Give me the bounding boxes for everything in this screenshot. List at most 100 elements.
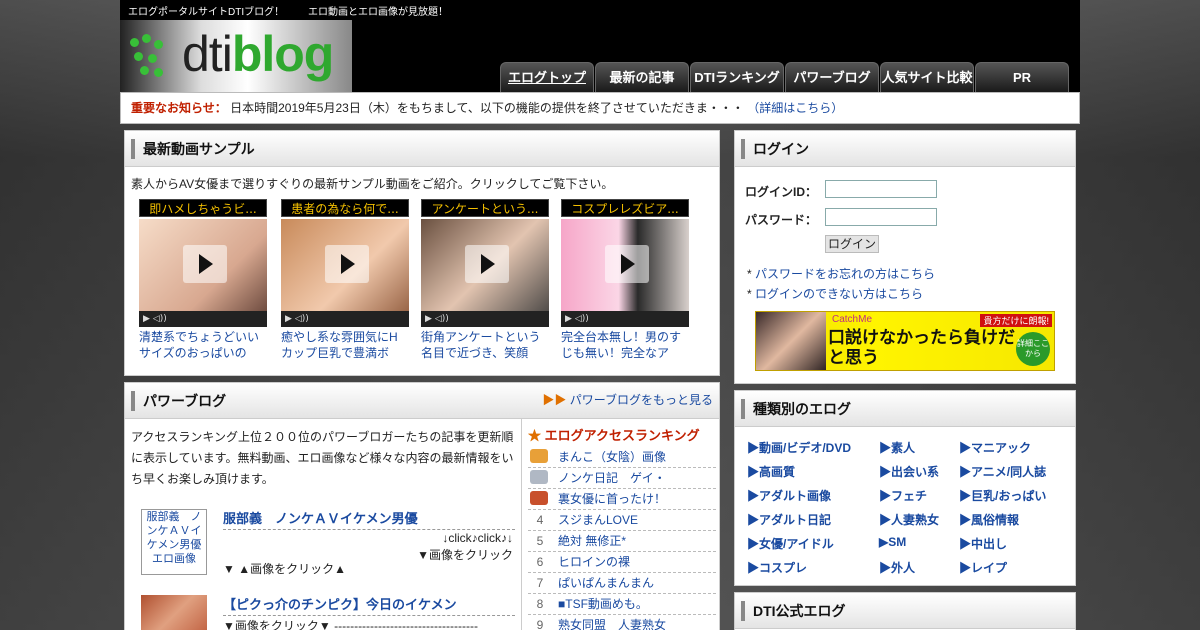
category-label[interactable]: マニアック bbox=[971, 441, 1031, 455]
panel-header: ログイン bbox=[735, 131, 1075, 167]
ranking-item[interactable]: 4 スジまんLOVE bbox=[528, 510, 716, 531]
category-label[interactable]: 高画質 bbox=[759, 465, 795, 479]
ranking-link[interactable]: ■TSF動画めも。 bbox=[558, 597, 648, 611]
category-label[interactable]: 動画/ビデオ/DVD bbox=[759, 441, 851, 455]
category-label[interactable]: 外人 bbox=[891, 561, 915, 575]
video-description[interactable]: 完全台本無し！男のすじも無い！完全なアド... bbox=[561, 329, 689, 361]
category-link[interactable]: ▶高画質 bbox=[747, 463, 795, 480]
nav-tab-compare[interactable]: 人気サイト比較 bbox=[880, 62, 974, 92]
ranking-link[interactable]: スジまんLOVE bbox=[558, 513, 638, 527]
ranking-item[interactable]: 8 ■TSF動画めも。 bbox=[528, 594, 716, 615]
category-label[interactable]: フェチ bbox=[891, 489, 927, 503]
category-link[interactable]: ▶SM bbox=[879, 535, 906, 549]
category-link[interactable]: ▶動画/ビデオ/DVD bbox=[747, 439, 851, 456]
ranking-link[interactable]: ヒロインの裸 bbox=[558, 555, 630, 569]
ranking-item[interactable]: まんこ（女陰）画像 bbox=[528, 447, 716, 468]
category-label[interactable]: 出会い系 bbox=[891, 465, 939, 479]
ranking-item[interactable]: 裏女優に首ったけ！ bbox=[528, 489, 716, 510]
category-link[interactable]: ▶素人 bbox=[879, 439, 915, 456]
category-link[interactable]: ▶アダルト日記 bbox=[747, 511, 831, 528]
blog-entry-image[interactable] bbox=[141, 595, 207, 630]
ranking-item[interactable]: 6 ヒロインの裸 bbox=[528, 552, 716, 573]
video-card[interactable]: 患者の為なら何で... ▶ ◁)) 癒やし系な雰囲気にHカップ巨乳で豊満ボデ..… bbox=[281, 199, 409, 361]
category-link[interactable]: ▶マニアック bbox=[959, 439, 1031, 456]
blog-entry-image[interactable]: 服部義 ノンケＡＶイケメン男優 エロ画像 bbox=[141, 509, 207, 575]
category-link[interactable]: ▶アダルト画像 bbox=[747, 487, 831, 504]
category-label[interactable]: SM bbox=[888, 535, 906, 549]
category-link[interactable]: ▶外人 bbox=[879, 559, 915, 576]
category-label[interactable]: アダルト画像 bbox=[759, 489, 831, 503]
blog-entry-title[interactable]: 【ピクっ介のチンピク】今日のイケメン bbox=[223, 595, 515, 616]
category-label[interactable]: 中出し bbox=[971, 537, 1007, 551]
header-tagline-2: エロ動画とエロ画像が見放題！ bbox=[308, 7, 448, 18]
category-label[interactable]: コスプレ bbox=[759, 561, 807, 575]
bronze-crown-icon bbox=[530, 491, 548, 505]
play-icon[interactable] bbox=[605, 245, 649, 283]
category-label[interactable]: 人妻熟女 bbox=[891, 513, 939, 527]
video-thumbnail[interactable]: ▶ ◁)) bbox=[561, 219, 689, 327]
category-label[interactable]: アダルト日記 bbox=[759, 513, 831, 527]
play-icon[interactable] bbox=[183, 245, 227, 283]
category-link[interactable]: ▶巨乳/おっぱい bbox=[959, 487, 1046, 504]
category-link[interactable]: ▶アニメ/同人誌 bbox=[959, 463, 1046, 480]
play-icon[interactable] bbox=[325, 245, 369, 283]
video-thumbnail[interactable]: ▶ ◁)) bbox=[281, 219, 409, 327]
category-label[interactable]: 素人 bbox=[891, 441, 915, 455]
ranking-item[interactable]: 7 ぱいぱんまんまん bbox=[528, 573, 716, 594]
category-link[interactable]: ▶レイプ bbox=[959, 559, 1007, 576]
nav-tab-top[interactable]: エログトップ bbox=[500, 62, 594, 92]
login-id-input[interactable] bbox=[825, 180, 937, 198]
ranking-item[interactable]: 9 熟女同盟 人妻熟女 bbox=[528, 615, 716, 630]
ranking-link[interactable]: ぱいぱんまんまん bbox=[558, 576, 654, 590]
ranking-link[interactable]: まんこ（女陰）画像 bbox=[558, 450, 666, 464]
category-link[interactable]: ▶出会い系 bbox=[879, 463, 939, 480]
category-label[interactable]: 風俗情報 bbox=[971, 513, 1019, 527]
gold-crown-icon bbox=[530, 449, 548, 463]
nav-tab-powerblog[interactable]: パワーブログ bbox=[785, 62, 879, 92]
nav-tab-ranking[interactable]: DTIランキング bbox=[690, 62, 784, 92]
video-title[interactable]: 患者の為なら何で... bbox=[281, 199, 409, 217]
login-id-label: ログインID： bbox=[745, 185, 818, 199]
forgot-password-link[interactable]: パスワードをお忘れの方はこちら bbox=[755, 267, 935, 281]
video-description[interactable]: 清楚系でちょうどいいサイズのおっぱいの小... bbox=[139, 329, 267, 361]
video-title[interactable]: アンケートという... bbox=[421, 199, 549, 217]
ranking-link[interactable]: 熟女同盟 人妻熟女 bbox=[558, 618, 666, 630]
play-icon[interactable] bbox=[465, 245, 509, 283]
cannot-login-link[interactable]: ログインのできない方はこちら bbox=[755, 287, 923, 301]
category-label[interactable]: アニメ/同人誌 bbox=[971, 465, 1046, 479]
catchme-banner[interactable]: CatchMe 貴方だけに朗報! 口説けなかったら負けだと思う 詳細ここから bbox=[755, 311, 1055, 371]
banner-detail-button[interactable]: 詳細ここから bbox=[1016, 332, 1050, 366]
powerblog-more-link[interactable]: ▶▶ パワーブログをもっと見る bbox=[542, 391, 713, 408]
video-thumbnail[interactable]: ▶ ◁)) bbox=[139, 219, 267, 327]
nav-tab-pr[interactable]: PR bbox=[975, 62, 1069, 92]
category-label[interactable]: 女優/アイドル bbox=[759, 537, 834, 551]
video-title[interactable]: コスプレレズビア... bbox=[561, 199, 689, 217]
category-link[interactable]: ▶コスプレ bbox=[747, 559, 807, 576]
password-input[interactable] bbox=[825, 208, 937, 226]
category-label[interactable]: レイプ bbox=[971, 561, 1007, 575]
video-description[interactable]: 癒やし系な雰囲気にHカップ巨乳で豊満ボデ... bbox=[281, 329, 409, 361]
ranking-link[interactable]: 裏女優に首ったけ！ bbox=[558, 492, 666, 506]
ranking-item[interactable]: ノンケ日記 ゲイ・ bbox=[528, 468, 716, 489]
video-thumbnail[interactable]: ▶ ◁)) bbox=[421, 219, 549, 327]
nav-tab-latest[interactable]: 最新の記事 bbox=[595, 62, 689, 92]
category-link[interactable]: ▶中出し bbox=[959, 535, 1007, 552]
login-button[interactable]: ログイン bbox=[825, 235, 879, 253]
category-link[interactable]: ▶人妻熟女 bbox=[879, 511, 939, 528]
category-label[interactable]: 巨乳/おっぱい bbox=[971, 489, 1046, 503]
ranking-item[interactable]: 5 絶対 無修正* bbox=[528, 531, 716, 552]
video-card[interactable]: コスプレレズビア... ▶ ◁)) 完全台本無し！男のすじも無い！完全なアド..… bbox=[561, 199, 689, 361]
category-link[interactable]: ▶風俗情報 bbox=[959, 511, 1019, 528]
notice-bar: 重要なお知らせ： 日本時間2019年5月23日（木）をもちまして、以下の機能の提… bbox=[120, 92, 1080, 124]
video-card[interactable]: アンケートという... ▶ ◁)) 街角アンケートという名目で近づき、笑顔が..… bbox=[421, 199, 549, 361]
blog-entry-title[interactable]: 服部義 ノンケＡＶイケメン男優 bbox=[223, 509, 515, 530]
notice-detail-link[interactable]: （詳細はこちら） bbox=[747, 101, 843, 115]
dtiblog-logo[interactable]: dtiblog bbox=[120, 20, 352, 92]
ranking-link[interactable]: ノンケ日記 ゲイ・ bbox=[558, 471, 666, 485]
ranking-link[interactable]: 絶対 無修正* bbox=[558, 534, 626, 548]
category-link[interactable]: ▶フェチ bbox=[879, 487, 927, 504]
video-description[interactable]: 街角アンケートという名目で近づき、笑顔が... bbox=[421, 329, 549, 361]
category-link[interactable]: ▶女優/アイドル bbox=[747, 535, 834, 552]
video-title[interactable]: 即ハメしちゃうビ... bbox=[139, 199, 267, 217]
video-card[interactable]: 即ハメしちゃうビ... ▶ ◁)) 清楚系でちょうどいいサイズのおっぱいの小..… bbox=[139, 199, 267, 361]
